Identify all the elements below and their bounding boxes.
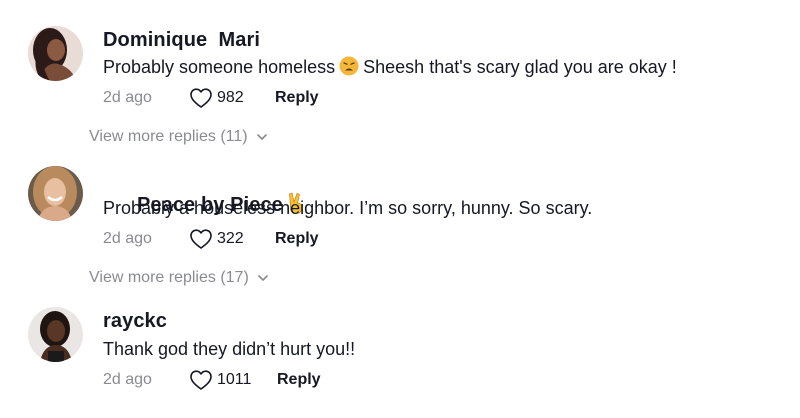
view-more-label: View more replies (11) [89, 128, 248, 146]
chevron-down-icon [256, 126, 268, 148]
comment-list: Dominique Mari Probably someone homeless… [0, 0, 800, 418]
like-count: 1011 [217, 371, 252, 388]
view-more-replies-button[interactable]: View more replies (11) [89, 126, 268, 148]
comment-meta: 2d ago 982 Reply [103, 86, 503, 110]
view-more-replies-button[interactable]: View more replies (17) [89, 267, 269, 289]
comment-text-part: Sheesh that's scary glad you are okay ! [363, 57, 677, 77]
view-more-label: View more replies (17) [89, 269, 249, 287]
reply-button[interactable]: Reply [275, 227, 319, 251]
avatar[interactable] [28, 26, 83, 81]
tired-face-emoji-icon [339, 56, 359, 82]
comment-text: Thank god they didn’t hurt you!! [103, 339, 356, 359]
comment-text-part: Probably someone homeless [103, 57, 336, 77]
comment-username[interactable]: rayckc [103, 309, 167, 333]
avatar[interactable] [28, 166, 83, 221]
comment-text: Probably someone homeless Sheesh that's s… [103, 55, 677, 82]
heart-outline-icon[interactable] [189, 87, 213, 109]
reply-button[interactable]: Reply [277, 368, 321, 392]
chevron-down-icon [257, 267, 269, 289]
comment-meta: 2d ago 322 Reply [103, 227, 503, 251]
avatar[interactable] [28, 307, 83, 362]
comment-text: Probably a houseless neighbor. I’m so so… [103, 198, 593, 218]
comment-time: 2d ago [103, 371, 152, 388]
comment-meta: 2d ago 1011 Reply [103, 368, 503, 392]
like-count: 322 [217, 230, 244, 247]
heart-outline-icon[interactable] [189, 369, 213, 391]
heart-outline-icon[interactable] [189, 228, 213, 250]
like-count: 982 [217, 89, 244, 106]
comment-time: 2d ago [103, 89, 152, 106]
comment-username[interactable]: Dominique Mari [103, 28, 260, 52]
reply-button[interactable]: Reply [275, 86, 319, 110]
comment-time: 2d ago [103, 230, 152, 247]
